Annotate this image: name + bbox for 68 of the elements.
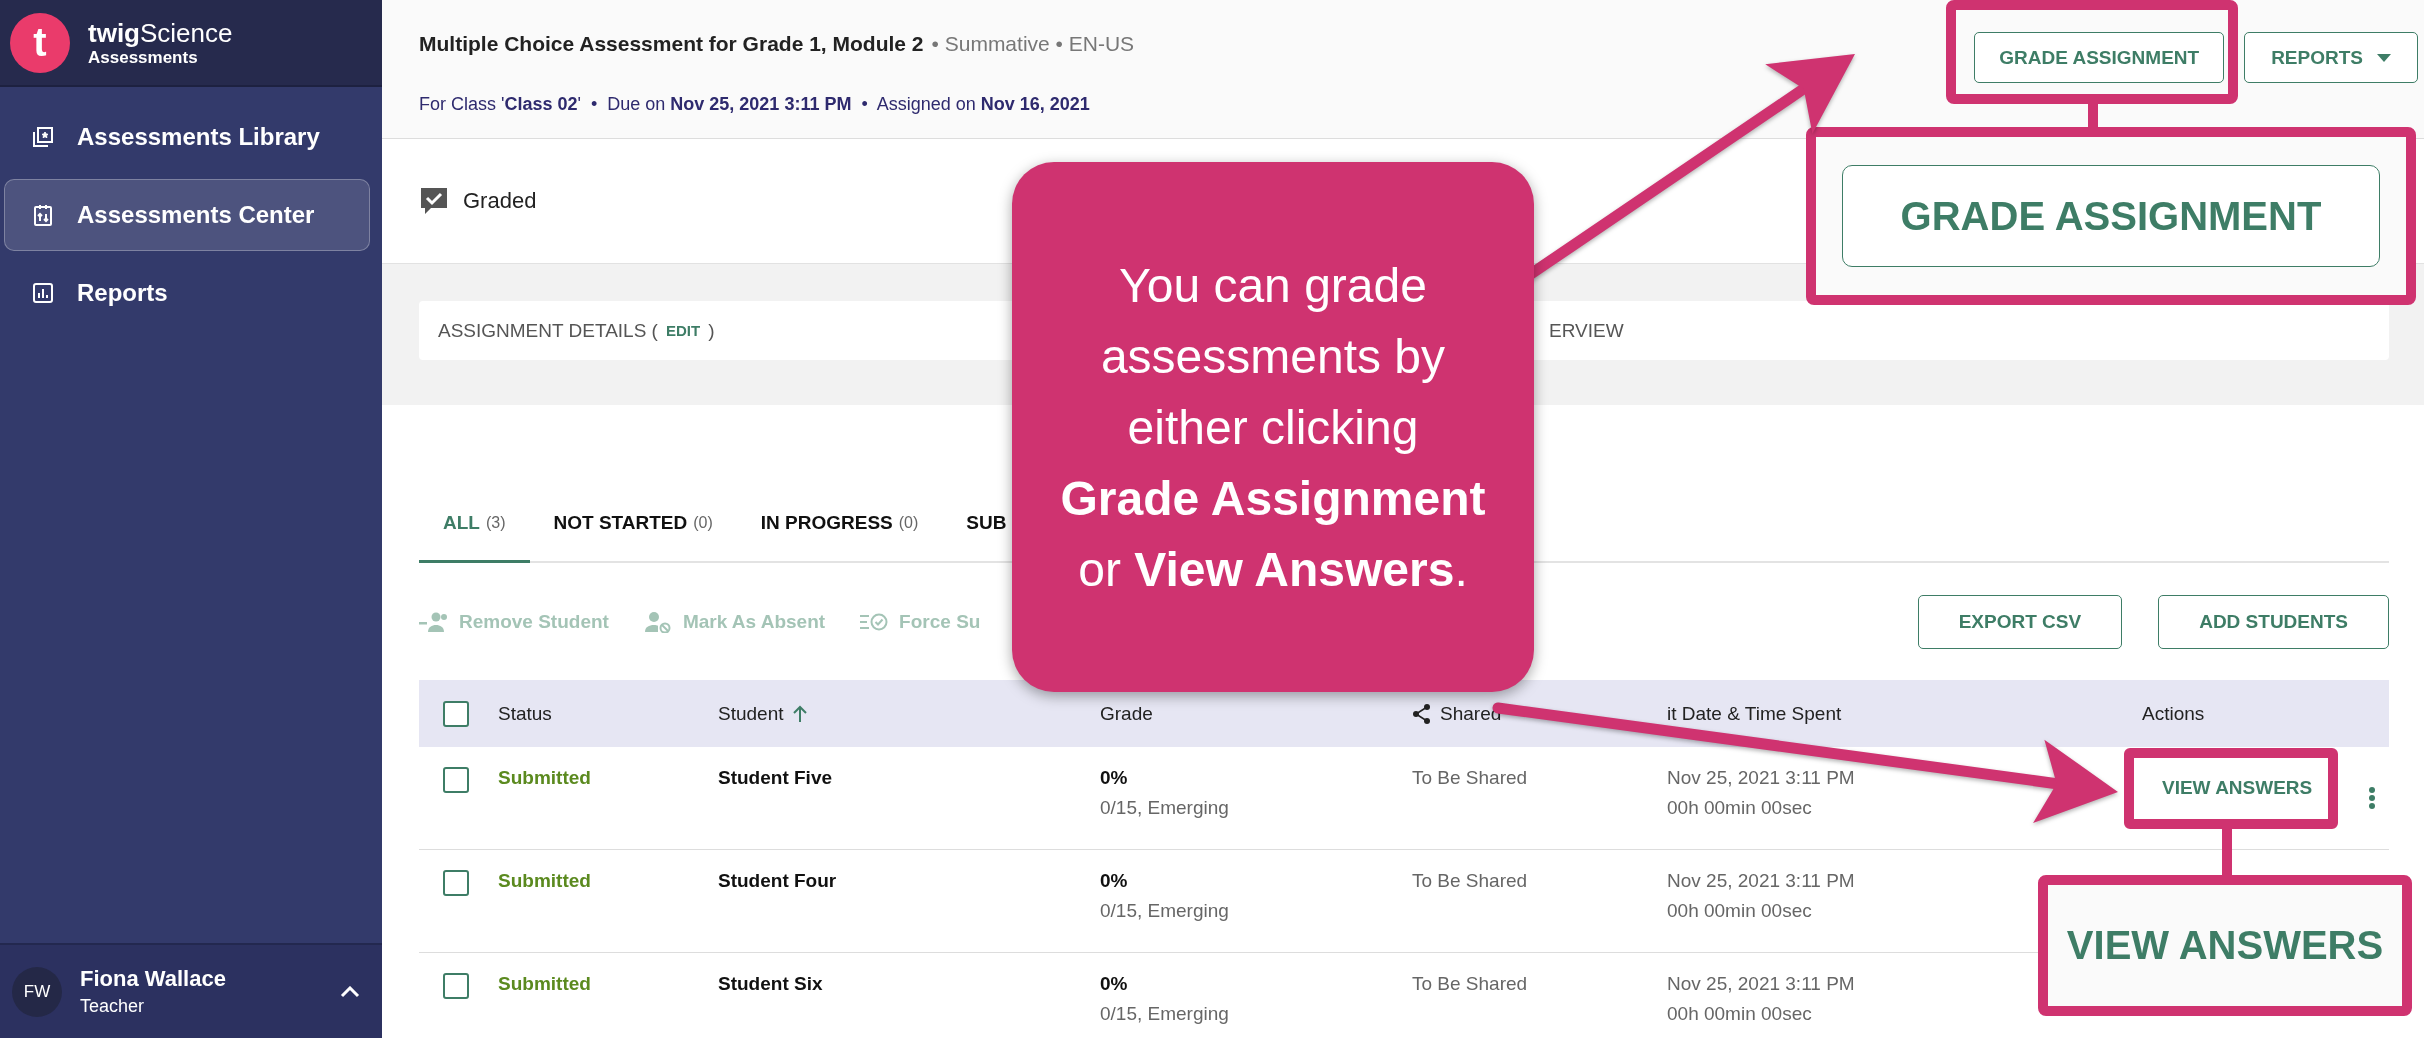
nav-item[interactable]: Assessments Center — [4, 179, 370, 251]
assessment-meta: • Summative • EN-US — [931, 32, 1135, 56]
graded-check-icon — [419, 186, 449, 216]
grade-percent: 0% — [1100, 767, 1129, 789]
remove-user-icon — [419, 610, 449, 633]
user-name: Fiona Wallace — [80, 966, 227, 992]
submit-date: Nov 25, 2021 3:11 PM — [1667, 767, 1856, 789]
clipboard-icon — [31, 203, 55, 227]
sort-up-icon[interactable] — [791, 704, 808, 723]
grade-assignment-button[interactable]: GRADE ASSIGNMENT — [1841, 165, 2381, 267]
student-name: Student Four — [718, 870, 838, 892]
share-icon — [1412, 702, 1432, 725]
submit-date: Nov 25, 2021 3:11 PM — [1667, 973, 1856, 995]
tip-text: You can grade assessments by either clicking Grade Assignment or View Answers. — [1059, 257, 1487, 598]
filter-tab[interactable]: IN PROGRESS (0) — [736, 485, 943, 563]
bar-chart-icon — [31, 281, 55, 305]
grade-detail: 0/15, Emerging — [1100, 797, 1230, 819]
edit-link[interactable]: EDIT — [665, 322, 701, 339]
user-avatar: FW — [12, 966, 62, 1017]
caret-down-icon — [2377, 53, 2391, 62]
column-heading: it Date & Time Spent — [1667, 702, 1842, 725]
grade-percent: 0% — [1100, 870, 1129, 892]
grade-percent: 0% — [1100, 973, 1129, 995]
row-checkbox[interactable] — [443, 767, 469, 793]
status-text: Submitted — [498, 870, 592, 892]
brand-wordmark: twigScience — [88, 17, 233, 48]
status-text: Submitted — [498, 767, 592, 789]
student-name: Student Five — [718, 767, 833, 789]
time-spent: 00h 00min 00sec — [1667, 797, 1813, 819]
user-role: Teacher — [80, 996, 146, 1017]
chevron-up-icon[interactable] — [340, 985, 360, 998]
assessment-title: Multiple Choice Assessment for Grade 1, Module 2 — [419, 32, 924, 56]
filter-tab[interactable]: ALL (3) — [419, 485, 530, 563]
view-answers-link[interactable]: VIEW ANSWERS — [2162, 777, 2313, 799]
assignment-details: For Class 'Class 02' • Due on Nov 25, 2021 3:11 PM • Assigned on Nov 16, 2021 — [419, 94, 1091, 115]
view-answers-label: VIEW ANSWERS — [2066, 923, 2384, 968]
table-button[interactable]: EXPORT CSV — [1917, 594, 2123, 649]
row-checkbox[interactable] — [443, 973, 469, 999]
more-icon[interactable] — [2368, 786, 2377, 810]
time-spent: 00h 00min 00sec — [1667, 900, 1813, 922]
nav-item[interactable]: Reports — [4, 257, 370, 329]
submit-date: Nov 25, 2021 3:11 PM — [1667, 870, 1856, 892]
filter-tab[interactable]: SUB — [942, 485, 1007, 563]
time-spent: 00h 00min 00sec — [1667, 1003, 1813, 1025]
brand-subtitle: Assessments — [88, 47, 199, 68]
shared-status: To Be Shared — [1412, 767, 1529, 789]
grade-detail: 0/15, Emerging — [1100, 900, 1230, 922]
graded-label: Graded — [463, 188, 537, 214]
row-checkbox[interactable] — [443, 870, 469, 896]
table-button[interactable]: ADD STUDENTS — [2158, 594, 2389, 649]
column-heading: Status — [498, 702, 552, 725]
column-heading: Actions — [2142, 702, 2205, 725]
overview-heading: ERVIEW — [1549, 319, 1625, 342]
grade-detail: 0/15, Emerging — [1100, 1003, 1230, 1025]
shared-status: To Be Shared — [1412, 870, 1529, 892]
column-heading: Grade — [1100, 702, 1153, 725]
filter-tab[interactable]: NOT STARTED (0) — [529, 485, 737, 563]
nav-item[interactable]: Assessments Library — [4, 101, 370, 173]
column-heading: Student — [718, 702, 784, 725]
student-name: Student Six — [718, 973, 824, 995]
select-all-checkbox[interactable] — [443, 700, 469, 727]
shared-status: To Be Shared — [1412, 973, 1529, 995]
user-blocked-icon — [642, 610, 673, 633]
reports-button[interactable]: REPORTS — [2244, 32, 2418, 83]
status-text: Submitted — [498, 973, 592, 995]
grade-assignment-button[interactable]: GRADE ASSIGNMENT — [1974, 32, 2225, 83]
logo: t — [10, 12, 70, 73]
library-icon — [31, 125, 55, 149]
